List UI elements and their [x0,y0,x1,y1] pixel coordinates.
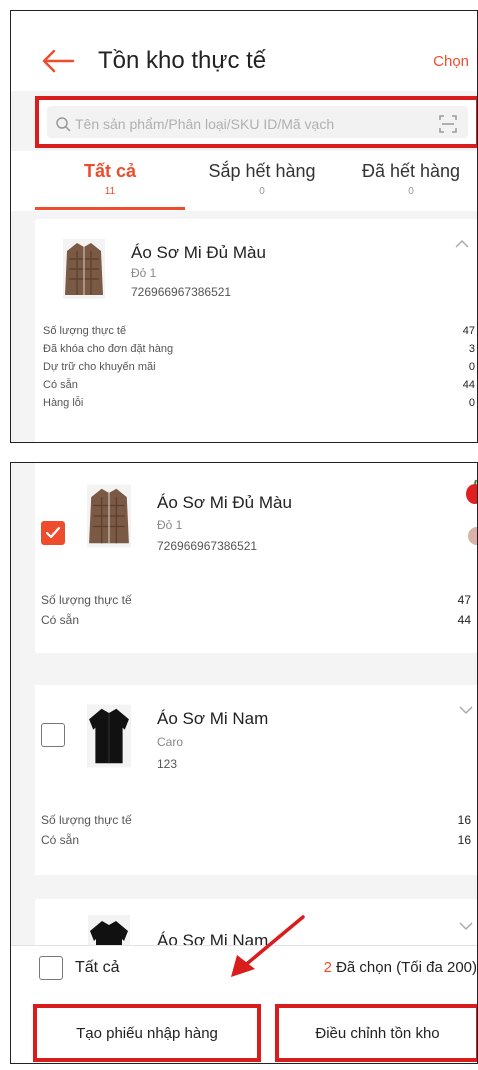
inventory-selection-screen: Áo Sơ Mi Đủ Màu Đỏ 1 726966967386521 Số … [10,462,478,1064]
stat-label: Có sẵn [41,833,80,847]
inventory-screen-top: Tồn kho thực tế Chọn Tất cả 11 Sắp hết h… [10,10,478,443]
annotation-arrow-icon [231,915,305,977]
product-thumbnail [87,704,131,768]
apple-icon [466,479,477,504]
create-receipt-button[interactable]: Tạo phiếu nhập hàng [33,1004,261,1062]
tab-bar: Tất cả 11 Sắp hết hàng 0 Đã hết hàng 0 [11,151,477,211]
stat-label: Số lượng thực tế [43,325,127,337]
stat-label: Hàng lỗi [43,397,84,409]
adjust-stock-button[interactable]: Điều chỉnh tồn kho [275,1004,477,1062]
product-name: Áo Sơ Mi Nam [157,709,269,728]
stat-value: 47 [462,325,475,337]
product-thumbnail [87,484,131,548]
product-thumbnail [63,239,105,299]
product-sku: 123 [157,757,178,771]
search-bar [47,106,468,138]
product-sku: 726966967386521 [131,285,232,299]
tab-out-of-stock[interactable]: Đã hết hàng 0 [341,161,477,197]
tab-label: Sắp hết hàng [208,161,316,181]
stat-label: Có sẵn [43,379,78,391]
stat-label: Số lượng thực tế [41,593,132,607]
tab-label: Đã hết hàng [361,161,461,181]
stat-value: 0 [468,397,475,409]
search-icon [56,117,71,132]
product-variant: Đỏ 1 [131,266,157,280]
stat-value: 44 [457,613,471,627]
chevron-up-icon[interactable] [454,239,470,249]
stat-row: Hàng lỗi 0 [43,397,475,409]
chevron-down-icon[interactable] [458,921,474,931]
selected-count: 2 [323,959,332,976]
product-checkbox[interactable] [41,723,65,747]
stat-value: 3 [468,343,475,355]
tab-count: 0 [408,186,414,197]
stat-value: 0 [468,361,475,373]
stat-row: Có sẵn 44 [43,379,475,391]
product-checkbox[interactable] [41,521,65,545]
product-sku: 726966967386521 [157,539,258,553]
product-card[interactable]: Áo Sơ Mi Đủ Màu Đỏ 1 726966967386521 Số … [35,219,477,442]
product-name: Áo Sơ Mi Đủ Màu [157,493,292,512]
tab-count: 0 [259,186,265,197]
barcode-scan-icon[interactable] [438,114,458,134]
stat-label: Số lượng thực tế [41,813,132,827]
stat-row: Đã khóa cho đơn đặt hàng 3 [43,343,475,355]
product-card[interactable]: Áo Sơ Mi Nam Caro 123 Số lượng thực tế 1… [35,685,477,875]
stat-row: Có sẵn 16 [41,833,471,847]
page-title: Tồn kho thực tế [98,47,267,74]
stat-row: Số lượng thực tế 47 [43,325,475,337]
product-name: Áo Sơ Mi Đủ Màu [131,243,266,262]
stat-value: 16 [457,833,471,847]
product-variant: Đỏ 1 [157,518,183,532]
product-variant: Caro [157,735,184,749]
choose-button[interactable]: Chọn [433,53,469,70]
selected-text: Đã chọn (Tối đa 200) [331,959,477,976]
stat-row: Dự trữ cho khuyến mãi 0 [43,361,475,373]
tab-label: Tất cả [83,161,137,181]
tab-low-stock[interactable]: Sắp hết hàng 0 [187,161,337,197]
stat-row: Có sẵn 44 [41,613,471,627]
stat-row: Số lượng thực tế 16 [41,813,471,827]
checkmark-icon [45,526,61,539]
product-card[interactable]: Áo Sơ Mi Đủ Màu Đỏ 1 726966967386521 Số … [35,463,477,653]
tab-count: 11 [104,186,116,197]
active-tab-indicator [35,207,185,210]
back-arrow-icon[interactable] [41,49,75,73]
avatar-icon [468,527,477,545]
chevron-down-icon[interactable] [458,705,474,715]
stat-value: 44 [462,379,475,391]
search-bar-highlight [35,96,477,148]
stat-row: Số lượng thực tế 47 [41,593,471,607]
stat-label: Đã khóa cho đơn đặt hàng [43,343,174,355]
stat-label: Dự trữ cho khuyến mãi [43,361,156,373]
stat-label: Có sẵn [41,613,80,627]
select-all-label: Tất cả [75,959,120,976]
stat-value: 16 [457,813,471,827]
tab-all[interactable]: Tất cả 11 [35,161,185,197]
header: Tồn kho thực tế Chọn [11,11,477,91]
selected-count-text: 2 Đã chọn (Tối đa 200) [324,959,477,976]
search-input[interactable] [75,110,415,138]
select-all-checkbox[interactable] [39,956,63,980]
stat-value: 47 [457,593,471,607]
